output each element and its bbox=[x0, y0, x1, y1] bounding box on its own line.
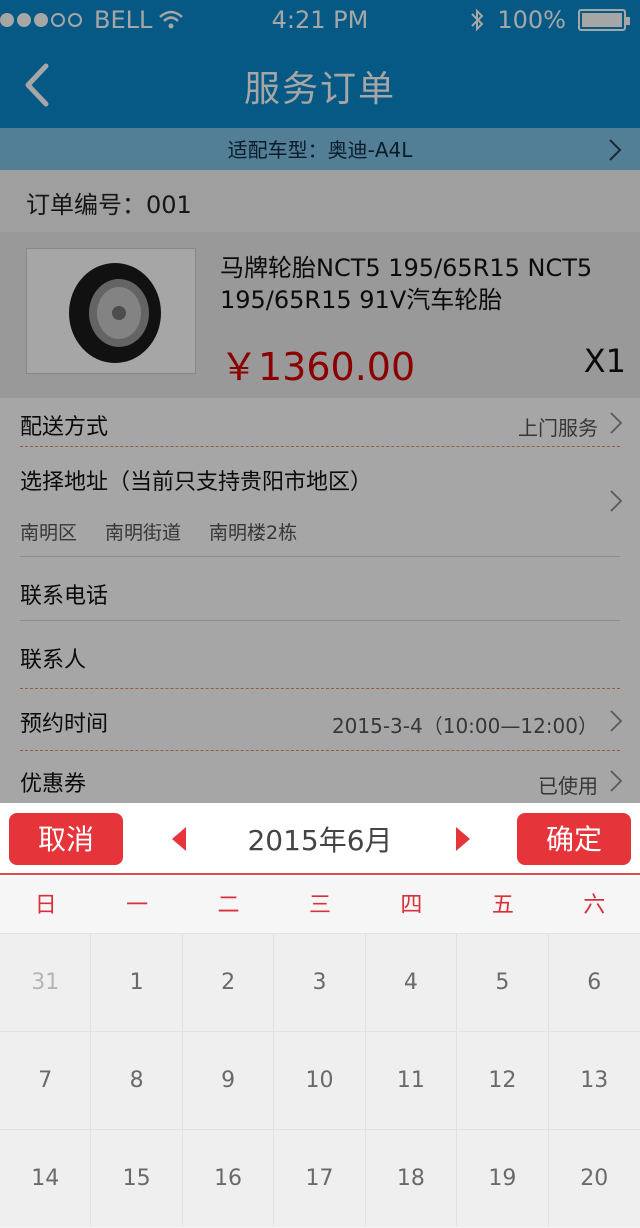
weekday-label: 四 bbox=[400, 893, 423, 918]
weekday-header: 日一二三四五六 bbox=[0, 877, 640, 933]
calendar-day[interactable]: 6 bbox=[548, 933, 640, 1031]
calendar-day[interactable]: 14 bbox=[0, 1129, 92, 1227]
calendar-day[interactable]: 3 bbox=[274, 933, 366, 1031]
weekday-label: 日 bbox=[34, 893, 57, 918]
calendar-day[interactable]: 13 bbox=[548, 1031, 640, 1129]
calendar-day[interactable]: 11 bbox=[365, 1031, 458, 1129]
current-month: 2015年6月 bbox=[247, 824, 393, 857]
weekday-label: 二 bbox=[217, 893, 240, 918]
calendar-day[interactable]: 18 bbox=[365, 1129, 458, 1227]
weekday-label: 五 bbox=[491, 893, 514, 918]
confirm-button[interactable]: 确定 bbox=[517, 813, 631, 865]
calendar-day[interactable]: 10 bbox=[274, 1031, 366, 1129]
calendar-day[interactable]: 8 bbox=[91, 1031, 183, 1129]
calendar-day[interactable]: 5 bbox=[457, 933, 549, 1031]
calendar-day[interactable]: 9 bbox=[182, 1031, 275, 1129]
calendar-day[interactable]: 1 bbox=[91, 933, 183, 1031]
modal-overlay[interactable] bbox=[0, 0, 640, 803]
calendar-day[interactable]: 7 bbox=[0, 1031, 92, 1129]
calendar-day[interactable]: 17 bbox=[274, 1129, 366, 1227]
calendar-day[interactable]: 31 bbox=[0, 933, 92, 1031]
calendar-day[interactable]: 19 bbox=[457, 1129, 549, 1227]
calendar-day[interactable]: 12 bbox=[457, 1031, 549, 1129]
weekday-label: 六 bbox=[583, 893, 606, 918]
calendar-day[interactable]: 4 bbox=[365, 933, 458, 1031]
calendar-grid: 31 1 2 3 4 5 6 7 8 9 10 11 12 13 14 15 16 17 18 19 20 bbox=[0, 933, 640, 1227]
calendar-day[interactable]: 2 bbox=[182, 933, 275, 1031]
next-month-icon[interactable] bbox=[454, 825, 472, 853]
calendar-day[interactable]: 16 bbox=[182, 1129, 275, 1227]
calendar-day[interactable]: 20 bbox=[548, 1129, 640, 1227]
weekday-label: 一 bbox=[126, 893, 149, 918]
date-picker-header: 取消 2015年6月 确定 bbox=[0, 803, 640, 875]
date-picker: 取消 2015年6月 确定 日一二三四五六 31 1 2 3 4 5 6 7 8 9 10 11 12 1… bbox=[0, 803, 640, 1227]
cancel-button[interactable]: 取消 bbox=[9, 813, 123, 865]
calendar-day[interactable]: 15 bbox=[91, 1129, 183, 1227]
weekday-label: 三 bbox=[308, 893, 331, 918]
